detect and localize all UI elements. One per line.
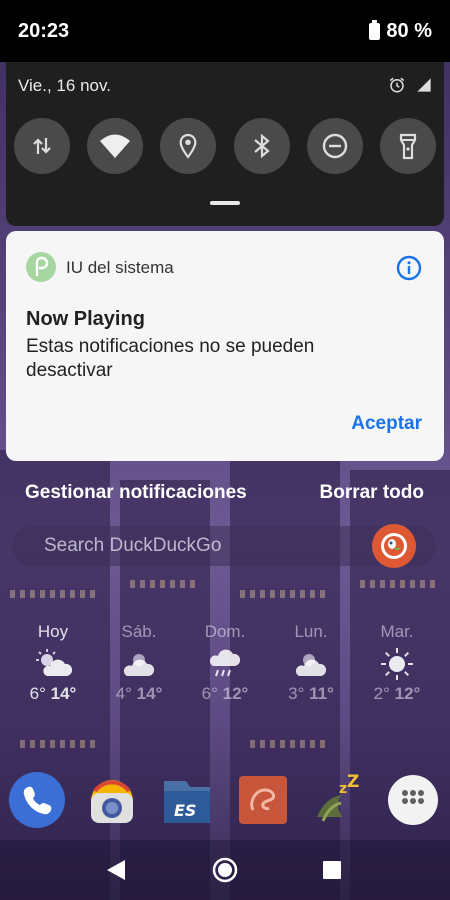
partly-cloudy-icon xyxy=(36,649,73,676)
tile-do-not-disturb[interactable] xyxy=(306,118,363,174)
clear-all-button[interactable]: Borrar todo xyxy=(320,482,425,504)
app-drawer-button[interactable] xyxy=(384,771,442,829)
app-dock: ES z Z xyxy=(8,770,442,830)
tile-bluetooth[interactable] xyxy=(233,118,290,174)
high-temp: 12° xyxy=(394,684,421,703)
navigation-bar xyxy=(0,840,450,900)
duckduckgo-logo-icon xyxy=(372,524,416,568)
tile-mobile-data[interactable] xyxy=(14,118,70,174)
low-temp: 4° xyxy=(115,684,132,703)
data-arrows-icon xyxy=(33,138,51,154)
weather-day: Lun. 3° 11° xyxy=(268,622,354,722)
status-bar: 20:23 80 % xyxy=(0,0,450,62)
camera-app[interactable] xyxy=(83,771,141,829)
high-temp: 11° xyxy=(309,684,334,703)
weather-day-name: Lun. xyxy=(294,622,328,641)
partly-cloudy-icon xyxy=(123,654,155,676)
weather-day: Mar. 2° 12° xyxy=(354,622,440,722)
app-icon xyxy=(238,776,287,824)
shade-status-icons xyxy=(388,76,432,94)
low-temp: 6° xyxy=(201,684,218,703)
shade-drag-handle[interactable] xyxy=(210,201,240,205)
flashlight-icon xyxy=(399,133,417,160)
es-file-explorer-app[interactable]: ES xyxy=(158,771,216,829)
notification-body: Estas notificaciones no se pueden desact… xyxy=(26,336,315,381)
high-temp: 14° xyxy=(50,684,77,703)
recents-icon xyxy=(323,861,341,879)
manage-notifications-button[interactable]: Gestionar notificaciones xyxy=(25,482,247,504)
quick-settings-panel: Vie., 16 nov. xyxy=(6,62,444,226)
orange-app[interactable] xyxy=(234,771,292,829)
rain-icon xyxy=(209,649,241,677)
app-logo-icon xyxy=(26,252,56,282)
weather-day-name: Mar. xyxy=(380,622,414,641)
status-time: 20:23 xyxy=(18,20,70,42)
notification-app-name: IU del sistema xyxy=(66,258,174,277)
phone-icon xyxy=(9,772,65,828)
weather-day-name: Sáb. xyxy=(121,622,157,641)
wifi-icon xyxy=(100,134,131,158)
battery-icon xyxy=(369,20,381,40)
location-pin-icon xyxy=(179,133,197,159)
search-widget[interactable]: Search DuckDuckGo xyxy=(12,524,436,568)
back-button[interactable] xyxy=(100,854,132,886)
weather-day-name: Hoy xyxy=(37,622,69,641)
low-temp: 6° xyxy=(29,684,46,703)
bluetooth-icon xyxy=(253,133,270,159)
sleep-app[interactable]: z Z xyxy=(309,771,367,829)
app-drawer-icon xyxy=(387,775,438,825)
notification-title: Now Playing xyxy=(26,308,145,330)
sunny-icon xyxy=(381,648,413,680)
tile-flashlight[interactable] xyxy=(379,118,436,174)
status-indicators: 80 % xyxy=(369,20,432,43)
date-label[interactable]: Vie., 16 nov. xyxy=(18,76,111,96)
weather-day: Hoy 6° 14° xyxy=(10,622,96,722)
high-temp: 14° xyxy=(136,684,163,703)
es-file-explorer-icon: ES xyxy=(164,781,211,823)
recents-button[interactable] xyxy=(316,854,348,886)
battery-level: 80 % xyxy=(386,20,432,42)
tile-location[interactable] xyxy=(160,118,217,174)
low-temp: 3° xyxy=(288,684,305,703)
back-icon xyxy=(107,860,125,880)
quick-settings-tiles xyxy=(14,118,436,174)
camera-icon xyxy=(91,780,134,823)
info-icon[interactable] xyxy=(396,255,422,281)
svg-text:Z: Z xyxy=(347,772,359,792)
signal-icon xyxy=(417,78,431,92)
search-placeholder: Search DuckDuckGo xyxy=(44,535,222,556)
weather-day-name: Dom. xyxy=(204,622,246,641)
high-temp: 12° xyxy=(222,684,249,703)
accept-button[interactable]: Aceptar xyxy=(351,413,422,435)
phone-app[interactable] xyxy=(8,771,66,829)
weather-widget[interactable]: Hoy 6° 14° Sáb. 4° 14° Dom. 6° 12° Lun. … xyxy=(10,622,440,722)
low-temp: 2° xyxy=(373,684,390,703)
home-button[interactable] xyxy=(209,854,241,886)
sleep-app-icon: z Z xyxy=(316,772,359,822)
partly-cloudy-icon xyxy=(295,654,327,676)
notification-card[interactable]: IU del sistema Now Playing Estas notific… xyxy=(6,231,444,461)
svg-text:z: z xyxy=(339,781,347,797)
alarm-icon xyxy=(389,77,405,93)
tile-wifi[interactable] xyxy=(87,118,144,174)
svg-text:ES: ES xyxy=(174,801,196,820)
weather-day: Dom. 6° 12° xyxy=(182,622,268,722)
weather-day: Sáb. 4° 14° xyxy=(96,622,182,722)
home-icon xyxy=(212,857,238,883)
do-not-disturb-icon xyxy=(322,133,347,159)
